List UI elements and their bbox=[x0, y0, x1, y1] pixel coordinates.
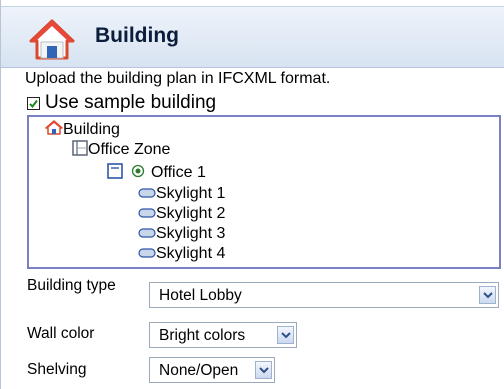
tree-node-label: Skylight 1 bbox=[156, 185, 226, 202]
tree-node-building[interactable]: Building bbox=[45, 120, 120, 140]
skylight-icon bbox=[138, 185, 156, 203]
tree-node-label: Skylight 4 bbox=[156, 245, 226, 262]
chevron-down-icon[interactable] bbox=[255, 361, 272, 379]
shelving-select[interactable]: None/Open bbox=[149, 357, 275, 383]
skylight-icon bbox=[138, 245, 156, 263]
room-icon bbox=[107, 162, 123, 184]
building-type-label: Building type bbox=[27, 277, 116, 294]
tree-node-skylight[interactable]: Skylight 4 bbox=[138, 244, 225, 264]
building-type-select[interactable]: Hotel Lobby bbox=[149, 282, 499, 308]
wall-color-row: Wall color Bright colors bbox=[27, 319, 501, 353]
tree-node-skylight[interactable]: Skylight 2 bbox=[138, 204, 225, 224]
use-sample-checkbox[interactable] bbox=[27, 96, 40, 110]
tree-node-label: Skylight 3 bbox=[156, 225, 226, 242]
shelving-value: None/Open bbox=[159, 362, 239, 379]
wall-color-select[interactable]: Bright colors bbox=[149, 322, 297, 348]
use-sample-label: Use sample building bbox=[45, 92, 217, 113]
building-type-value: Hotel Lobby bbox=[159, 287, 242, 304]
building-tree[interactable]: Building Office Zone Office 1 Skylight 1… bbox=[27, 115, 501, 269]
tree-node-label: Building bbox=[63, 121, 120, 138]
use-sample-checkbox-row[interactable]: Use sample building bbox=[27, 92, 216, 114]
tree-node-label: Office Zone bbox=[88, 141, 171, 158]
wall-color-value: Bright colors bbox=[159, 327, 246, 344]
building-panel: Building Upload the building plan in IFC… bbox=[0, 0, 504, 389]
tree-node-label: Office 1 bbox=[151, 164, 206, 181]
panel-header: Building bbox=[1, 6, 504, 68]
shelving-label: Shelving bbox=[27, 361, 87, 378]
zone-icon bbox=[72, 139, 88, 161]
tree-node-office-zone[interactable]: Office Zone bbox=[72, 139, 171, 161]
tree-node-skylight[interactable]: Skylight 1 bbox=[138, 184, 225, 204]
wall-color-label: Wall color bbox=[27, 325, 95, 342]
chevron-down-icon[interactable] bbox=[277, 326, 294, 344]
radio-selected-icon[interactable] bbox=[131, 164, 145, 183]
tree-node-skylight[interactable]: Skylight 3 bbox=[138, 224, 225, 244]
tree-node-office-1[interactable]: Office 1 bbox=[107, 162, 206, 184]
skylight-icon bbox=[138, 205, 156, 223]
shelving-row: Shelving None/Open bbox=[27, 353, 501, 387]
panel-title: Building bbox=[95, 24, 179, 47]
home-icon bbox=[27, 17, 77, 61]
chevron-down-icon[interactable] bbox=[479, 286, 496, 304]
home-icon bbox=[45, 120, 63, 140]
tree-node-label: Skylight 2 bbox=[156, 205, 226, 222]
upload-instruction: Upload the building plan in IFCXML forma… bbox=[25, 70, 331, 87]
building-type-row: Building type Hotel Lobby bbox=[27, 277, 501, 317]
skylight-icon bbox=[138, 225, 156, 243]
